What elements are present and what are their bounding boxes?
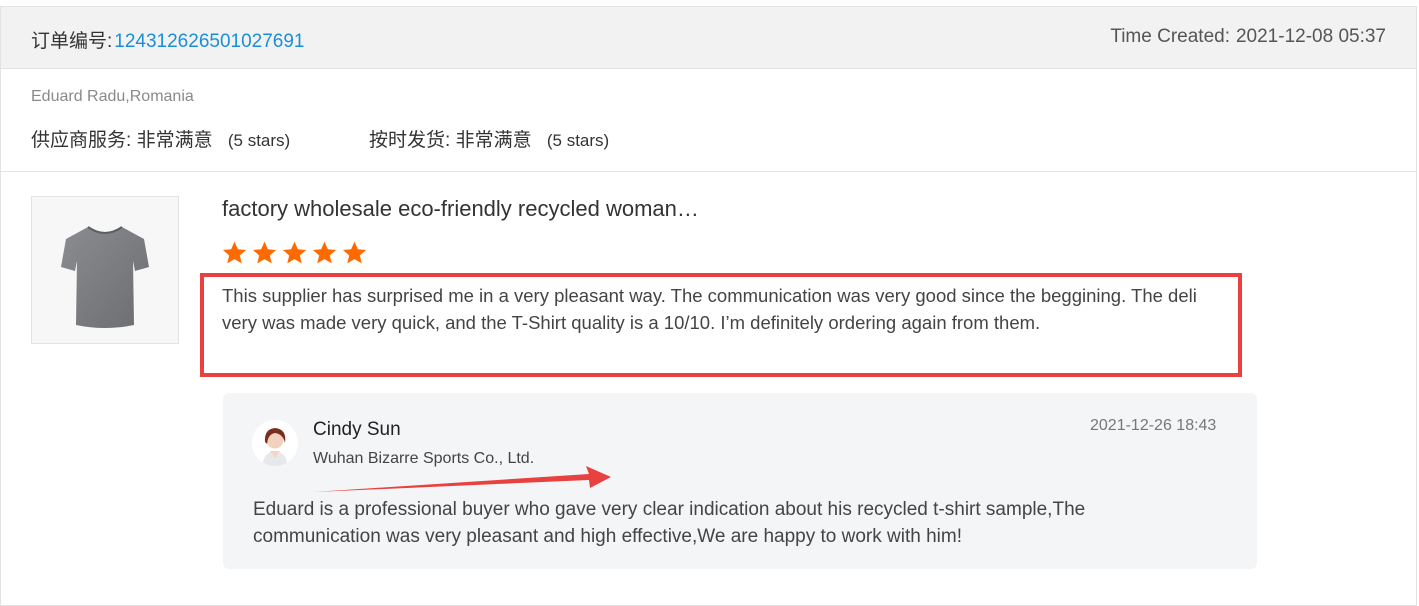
rating-value: 非常满意 — [455, 130, 532, 151]
reply-text: Eduard is a professional buyer who gave … — [253, 499, 1086, 547]
tshirt-icon — [61, 226, 149, 328]
star-icon — [252, 241, 277, 264]
star-icon — [342, 241, 367, 264]
on-time-delivery-rating: 按时发货: 非常满意 (5 stars) — [369, 125, 609, 152]
reply-date: 2021-12-26 18:43 — [1090, 417, 1217, 434]
rating-label: 供应商服务: — [31, 130, 132, 151]
reply-author-name: Cindy Sun — [313, 419, 401, 440]
order-number: 订单编号: 124312626501027691 — [31, 26, 305, 53]
time-created-value: 2021-12-08 05:37 — [1235, 26, 1386, 47]
time-created-label: Time Created: — [1110, 26, 1230, 47]
time-created: Time Created: 2021-12-08 05:37 — [1110, 26, 1386, 48]
rating-stars-text: (5 stars) — [227, 131, 291, 150]
supplier-avatar — [252, 420, 298, 466]
review-text: This supplier has surprised me in a very… — [222, 285, 1197, 333]
order-header: 订单编号: 124312626501027691 Time Created: 202… — [1, 7, 1416, 69]
buyer-section: Eduard Radu,Romania 供应商服务: 非常满意 (5 stars… — [1, 69, 1416, 172]
star-icon — [282, 241, 307, 264]
supplier-service-rating: 供应商服务: 非常满意 (5 stars) — [31, 125, 290, 152]
rating-stars-text: (5 stars) — [546, 131, 610, 150]
person-avatar-icon — [252, 420, 298, 466]
rating-label: 按时发货: — [369, 130, 451, 151]
order-number-link[interactable]: 124312626501027691 — [114, 31, 304, 52]
product-title[interactable]: factory wholesale eco-friendly recycled … — [222, 196, 699, 222]
order-number-label: 订单编号: — [31, 31, 113, 52]
product-star-rating — [221, 240, 368, 266]
star-icon — [312, 241, 337, 264]
rating-value: 非常满意 — [136, 130, 213, 151]
product-thumbnail[interactable] — [31, 196, 179, 344]
buyer-name-location: Eduard Radu,Romania — [31, 88, 194, 105]
star-icon — [222, 241, 247, 264]
reply-company-name[interactable]: Wuhan Bizarre Sports Co., Ltd. — [313, 450, 534, 468]
